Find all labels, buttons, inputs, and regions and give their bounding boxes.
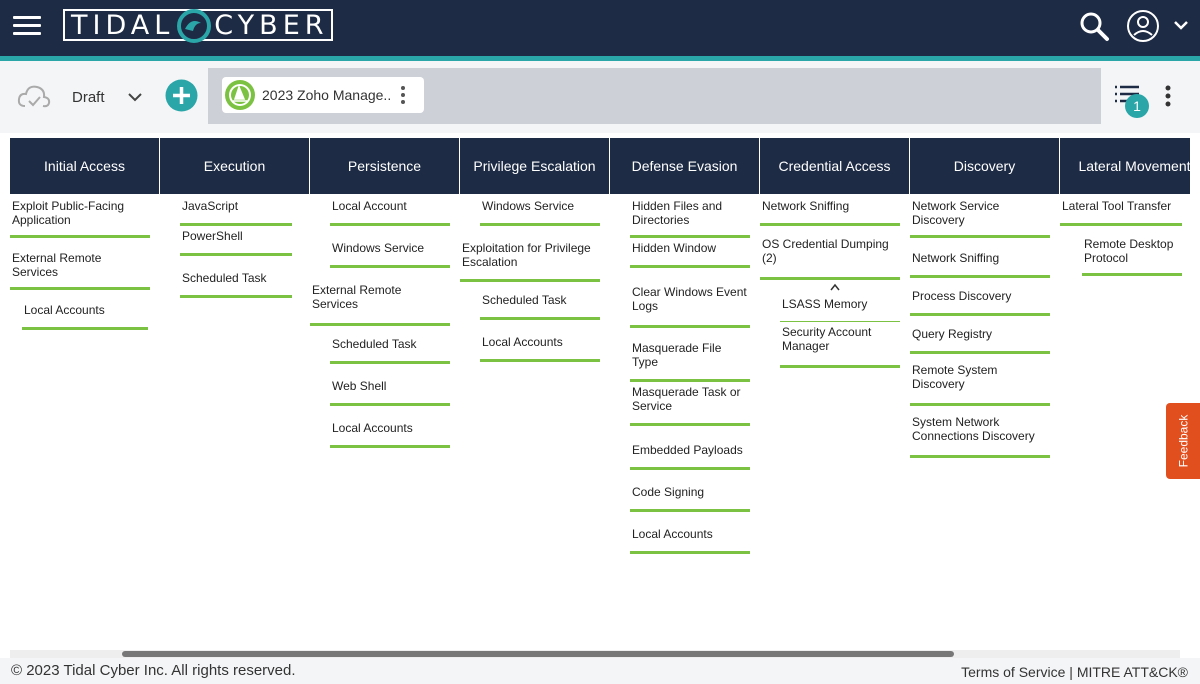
menu-icon[interactable] (13, 11, 41, 41)
technique-cell[interactable]: External Remote Services (310, 280, 450, 326)
technique-cell[interactable]: Process Discovery (910, 286, 1050, 316)
collapse-caret-icon[interactable] (830, 278, 840, 291)
technique-cell[interactable]: LSASS Memory (780, 294, 900, 324)
search-icon[interactable] (1078, 10, 1110, 42)
cloud-saved-icon (17, 85, 51, 108)
technique-cell[interactable]: Windows Service (480, 196, 600, 226)
tactic-column: Initial Access Exploit Public-Facing Appl… (10, 138, 160, 330)
tactic-column: Privilege Escalation Windows Service Explo… (460, 138, 610, 362)
user-avatar-icon[interactable] (1125, 8, 1161, 44)
technique-cell[interactable]: Security Account Manager (780, 322, 900, 368)
feedback-label: Feedback (1176, 414, 1191, 468)
tab-matrix[interactable]: 2023 Zoho Manage... (222, 77, 424, 113)
feedback-button[interactable]: Feedback (1166, 403, 1200, 479)
technique-cell[interactable]: Network Sniffing (760, 196, 900, 226)
tactic-header[interactable]: Defense Evasion (610, 138, 760, 194)
tactic-header[interactable]: Persistence (310, 138, 460, 194)
wave-logo-icon (177, 9, 211, 43)
technique-cell[interactable]: Clear Windows Event Logs (630, 282, 750, 328)
technique-cell[interactable]: System Network Connections Discovery (910, 412, 1050, 458)
tactic-column: Discovery Network Service Discovery Networ… (910, 138, 1060, 458)
technique-cell[interactable]: Hidden Window (630, 238, 750, 268)
copyright-text: © 2023 Tidal Cyber Inc. All rights reser… (11, 662, 296, 679)
technique-cell[interactable]: Local Accounts (630, 524, 750, 554)
mitre-link[interactable]: MITRE ATT&CK® (1077, 664, 1188, 680)
technique-cell[interactable]: Query Registry (910, 324, 1050, 354)
technique-cell[interactable]: External Remote Services (10, 248, 150, 290)
technique-cell[interactable]: Exploitation for Privilege Escalation (460, 238, 600, 282)
attack-matrix: Initial Access Exploit Public-Facing Appl… (10, 138, 1190, 650)
draft-status: Draft (72, 89, 105, 106)
technique-cell[interactable]: Embedded Payloads (630, 440, 750, 470)
tactic-header[interactable]: Discovery (910, 138, 1060, 194)
tactic-header[interactable]: Credential Access (760, 138, 910, 194)
technique-cell[interactable]: Masquerade File Type (630, 338, 750, 382)
technique-cell[interactable]: Windows Service (330, 238, 450, 268)
terms-link[interactable]: Terms of Service (961, 664, 1065, 680)
tidal-cyber-logo[interactable]: TIDAL CYBER (63, 9, 333, 43)
technique-cell[interactable]: Scheduled Task (180, 268, 292, 298)
tactic-column: Execution JavaScript PowerShell Scheduled T… (160, 138, 310, 298)
technique-cell[interactable]: Masquerade Task or Service (630, 382, 750, 426)
tactic-column: Lateral Movement Lateral Tool Transfer Rem… (1060, 138, 1190, 276)
technique-cell[interactable]: Remote System Discovery (910, 360, 1050, 406)
technique-cell[interactable]: Scheduled Task (330, 334, 450, 364)
matrix-icon (225, 80, 255, 110)
technique-cell[interactable]: PowerShell (180, 226, 292, 256)
technique-cell[interactable]: Scheduled Task (480, 290, 600, 320)
add-icon[interactable] (165, 79, 198, 112)
footer-links: Terms of Service | MITRE ATT&CK® (961, 664, 1188, 680)
technique-cell[interactable]: Network Service Discovery (910, 196, 1050, 238)
technique-cell[interactable]: OS Credential Dumping (2) (760, 234, 900, 280)
technique-cell[interactable]: Lateral Tool Transfer (1060, 196, 1182, 226)
more-vertical-icon[interactable] (1164, 84, 1172, 108)
technique-cell[interactable]: Exploit Public-Facing Application (10, 196, 150, 238)
more-vertical-icon[interactable] (400, 85, 406, 105)
technique-cell[interactable]: Local Account (330, 196, 450, 226)
tactic-header[interactable]: Initial Access (10, 138, 160, 194)
scrollbar-thumb[interactable] (122, 651, 954, 657)
tab-title: 2023 Zoho Manage... (262, 87, 390, 103)
technique-cell[interactable]: Remote Desktop Protocol (1082, 234, 1182, 276)
footer-separator: | (1069, 664, 1073, 680)
technique-cell[interactable]: Local Accounts (22, 300, 148, 330)
tactic-column: Defense Evasion Hidden Files and Director… (610, 138, 760, 554)
filter-count-badge: 1 (1125, 94, 1149, 118)
chevron-down-icon[interactable] (127, 91, 143, 103)
tactic-header[interactable]: Privilege Escalation (460, 138, 610, 194)
technique-cell[interactable]: Hidden Files and Directories (630, 196, 750, 238)
chevron-down-icon[interactable] (1173, 19, 1189, 31)
tactic-column: Persistence Local Account Windows Service E… (310, 138, 460, 448)
technique-cell[interactable]: Web Shell (330, 376, 450, 406)
technique-cell[interactable]: Code Signing (630, 482, 750, 512)
technique-cell[interactable]: Local Accounts (330, 418, 450, 448)
technique-cell[interactable]: JavaScript (180, 196, 292, 226)
technique-cell[interactable]: Network Sniffing (910, 248, 1050, 278)
tactic-header[interactable]: Lateral Movement (1060, 138, 1190, 194)
tactic-header[interactable]: Execution (160, 138, 310, 194)
technique-cell[interactable]: Local Accounts (480, 332, 600, 362)
tactic-column: Credential Access Network Sniffing OS Cred… (760, 138, 910, 368)
